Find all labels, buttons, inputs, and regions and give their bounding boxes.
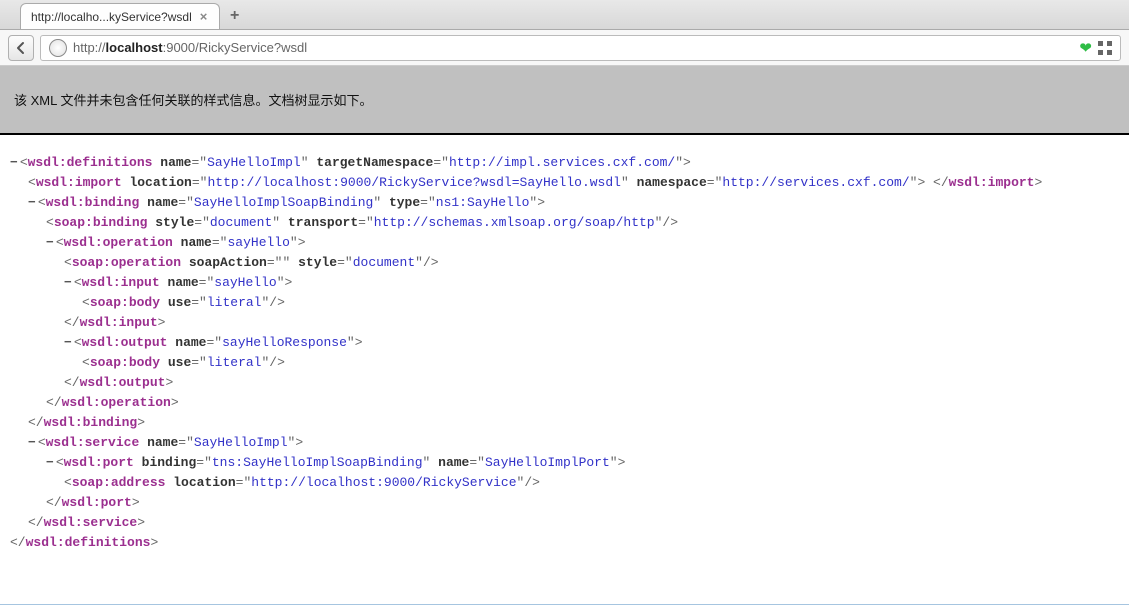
nav-bar: http://localhost:9000/RickyService?wsdl … bbox=[0, 30, 1129, 66]
xml-node-soap-address: <soap:address location="http://localhost… bbox=[10, 473, 1119, 493]
new-tab-button[interactable]: + bbox=[230, 3, 239, 29]
shield-icon: ❤ bbox=[1079, 39, 1092, 57]
toggle-icon[interactable]: − bbox=[28, 195, 38, 210]
xml-node-definitions-open: −<wsdl:definitions name="SayHelloImpl" t… bbox=[10, 153, 1119, 173]
arrow-left-icon bbox=[14, 41, 28, 55]
xml-tree-view[interactable]: −<wsdl:definitions name="SayHelloImpl" t… bbox=[0, 135, 1129, 604]
xml-node-port-open: −<wsdl:port binding="tns:SayHelloImplSoa… bbox=[10, 453, 1119, 473]
xml-node-definitions-close: </wsdl:definitions> bbox=[10, 533, 1119, 553]
toggle-icon[interactable]: − bbox=[28, 435, 38, 450]
xml-node-soap-binding: <soap:binding style="document" transport… bbox=[10, 213, 1119, 233]
xml-node-output-open: −<wsdl:output name="sayHelloResponse"> bbox=[10, 333, 1119, 353]
back-button[interactable] bbox=[8, 35, 34, 61]
notice-text: 该 XML 文件并未包含任何关联的样式信息。文档树显示如下。 bbox=[14, 93, 372, 108]
xml-node-output-close: </wsdl:output> bbox=[10, 373, 1119, 393]
toggle-icon[interactable]: − bbox=[10, 155, 20, 170]
url-bar[interactable]: http://localhost:9000/RickyService?wsdl … bbox=[40, 35, 1121, 61]
toggle-icon[interactable]: − bbox=[46, 235, 56, 250]
tab-bar: http://localho...kyService?wsdl × + bbox=[0, 0, 1129, 30]
xml-node-service-close: </wsdl:service> bbox=[10, 513, 1119, 533]
qr-icon[interactable] bbox=[1098, 41, 1112, 55]
url-text: http://localhost:9000/RickyService?wsdl bbox=[73, 40, 307, 55]
toggle-icon[interactable]: − bbox=[64, 335, 74, 350]
browser-tab[interactable]: http://localho...kyService?wsdl × bbox=[20, 3, 220, 29]
xml-node-soap-body-out: <soap:body use="literal"/> bbox=[10, 353, 1119, 373]
xml-notice: 该 XML 文件并未包含任何关联的样式信息。文档树显示如下。 bbox=[0, 66, 1129, 135]
xml-node-binding-open: −<wsdl:binding name="SayHelloImplSoapBin… bbox=[10, 193, 1119, 213]
toggle-icon[interactable]: − bbox=[64, 275, 74, 290]
xml-node-port-close: </wsdl:port> bbox=[10, 493, 1119, 513]
close-tab-icon[interactable]: × bbox=[200, 9, 208, 24]
xml-node-soap-body-in: <soap:body use="literal"/> bbox=[10, 293, 1119, 313]
xml-node-input-open: −<wsdl:input name="sayHello"> bbox=[10, 273, 1119, 293]
tab-title: http://localho...kyService?wsdl bbox=[31, 10, 192, 24]
globe-icon bbox=[49, 39, 67, 57]
xml-node-operation-open: −<wsdl:operation name="sayHello"> bbox=[10, 233, 1119, 253]
xml-node-binding-close: </wsdl:binding> bbox=[10, 413, 1119, 433]
xml-node-service-open: −<wsdl:service name="SayHelloImpl"> bbox=[10, 433, 1119, 453]
toggle-icon[interactable]: − bbox=[46, 455, 56, 470]
xml-node-operation-close: </wsdl:operation> bbox=[10, 393, 1119, 413]
xml-node-input-close: </wsdl:input> bbox=[10, 313, 1119, 333]
xml-node-soap-operation: <soap:operation soapAction="" style="doc… bbox=[10, 253, 1119, 273]
xml-node-import: <wsdl:import location="http://localhost:… bbox=[10, 173, 1119, 193]
